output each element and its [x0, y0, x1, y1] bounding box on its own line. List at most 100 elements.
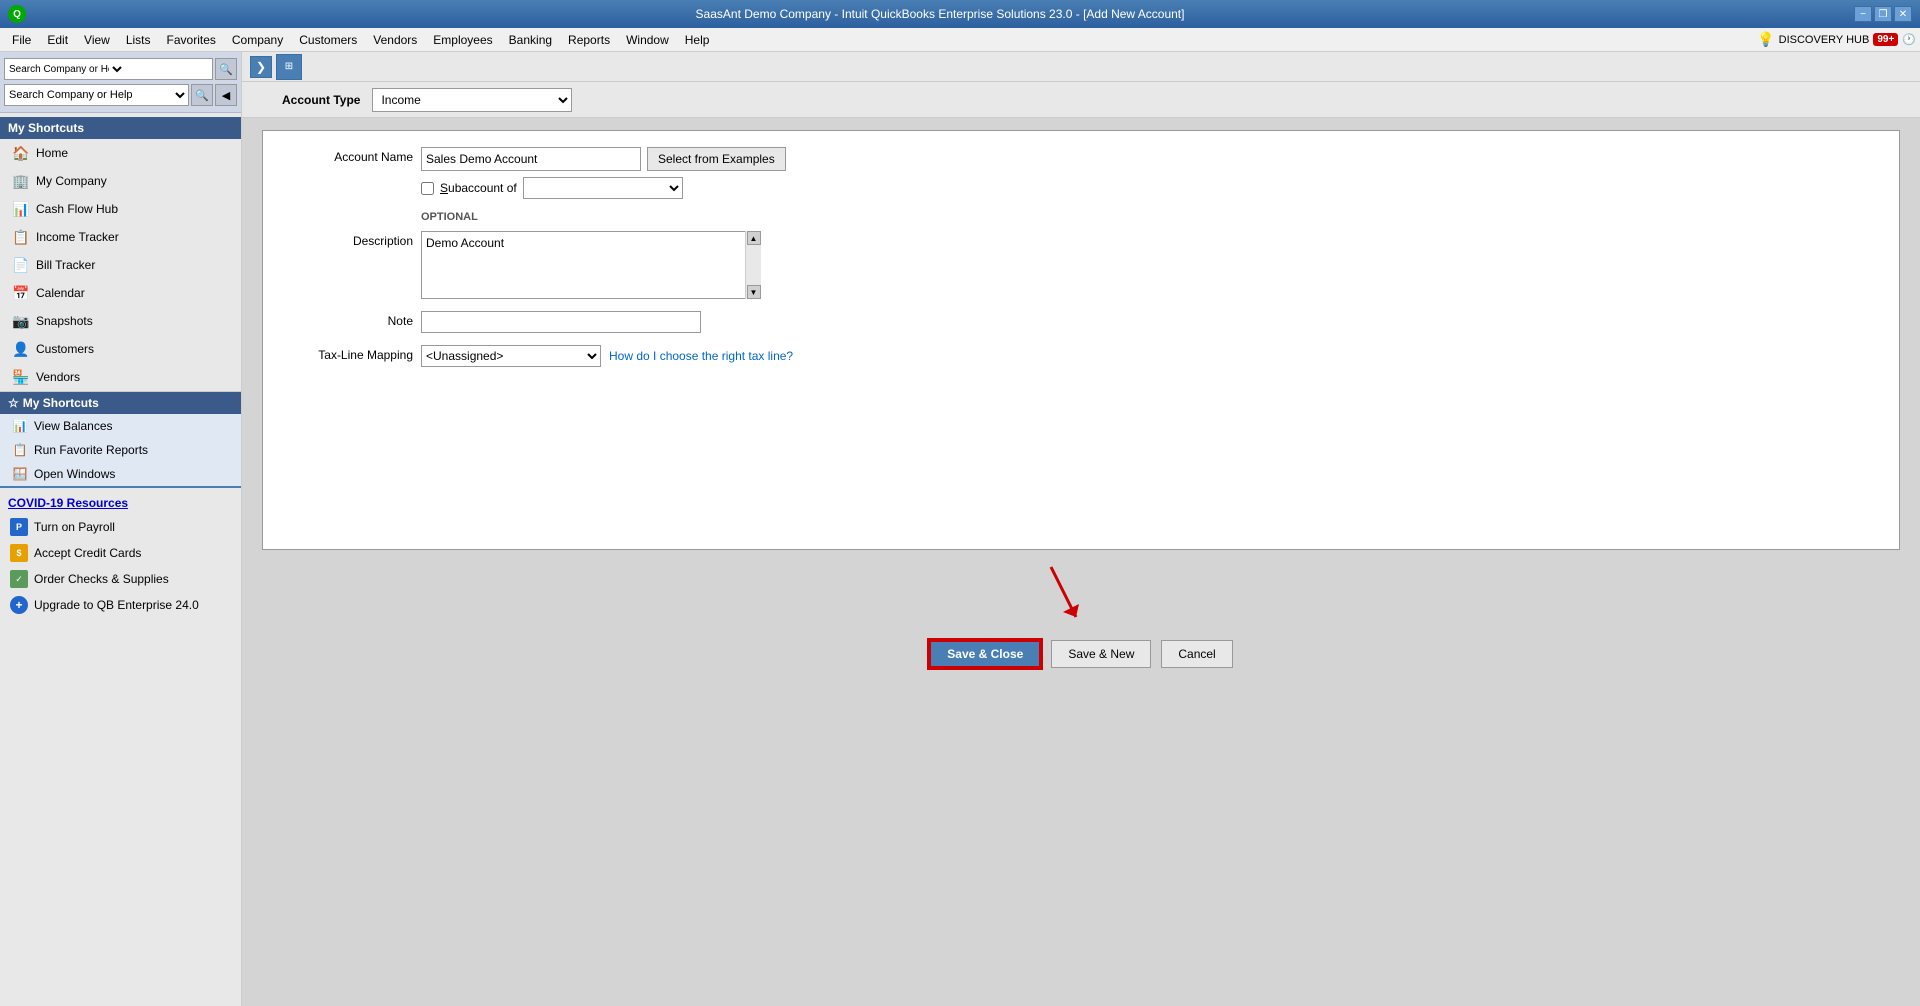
tax-link[interactable]: How do I choose the right tax line?: [609, 349, 793, 363]
window-title: SaasAnt Demo Company - Intuit QuickBooks…: [26, 7, 1854, 21]
covid-item-credit-cards[interactable]: $ Accept Credit Cards: [0, 540, 241, 566]
shortcuts-header-label: My Shortcuts: [23, 396, 99, 410]
menu-edit[interactable]: Edit: [39, 31, 76, 49]
view-balances-icon: 📊: [12, 418, 28, 434]
window-controls: − ❐ ✕: [1854, 6, 1912, 22]
search-input-2[interactable]: Search Company or Help: [4, 84, 189, 106]
save-close-button[interactable]: Save & Close: [929, 640, 1041, 668]
shortcut-view-balances[interactable]: 📊 View Balances: [0, 414, 241, 438]
arrow-annotation: [1021, 562, 1101, 632]
search-row-2: Search Company or Help 🔍 ◀: [4, 84, 237, 106]
scroll-down-button[interactable]: ▼: [747, 285, 761, 299]
sidebar-item-bill-tracker-label: Bill Tracker: [36, 258, 95, 272]
cancel-button[interactable]: Cancel: [1161, 640, 1232, 668]
sidebar-item-calendar[interactable]: 📅 Calendar: [0, 279, 241, 307]
grid-view-button[interactable]: ⊞: [276, 54, 302, 80]
home-icon: 🏠: [12, 144, 30, 162]
search-button-2[interactable]: 🔍: [191, 84, 213, 106]
sidebar-item-my-company[interactable]: 🏢 My Company: [0, 167, 241, 195]
sidebar-item-cash-flow-hub[interactable]: 📊 Cash Flow Hub: [0, 195, 241, 223]
account-type-select[interactable]: Income Expense Asset Liability Equity Ot…: [372, 88, 572, 112]
sidebar-item-snapshots[interactable]: 📷 Snapshots: [0, 307, 241, 335]
note-input[interactable]: [421, 311, 701, 333]
search-row-1: Search Company or Help 🔍: [4, 58, 237, 80]
tax-line-select[interactable]: <Unassigned>: [421, 345, 601, 367]
account-type-row: Account Type Income Expense Asset Liabil…: [242, 82, 1920, 118]
covid-header[interactable]: COVID-19 Resources: [0, 492, 241, 514]
sidebar-item-customers[interactable]: 👤 Customers: [0, 335, 241, 363]
menu-help[interactable]: Help: [677, 31, 718, 49]
optional-label: OPTIONAL: [421, 211, 1879, 223]
sidebar-item-snapshots-label: Snapshots: [36, 314, 93, 328]
income-tracker-icon: 📋: [12, 228, 30, 246]
sidebar-item-bill-tracker[interactable]: 📄 Bill Tracker: [0, 251, 241, 279]
menu-banking[interactable]: Banking: [501, 31, 560, 49]
menu-file[interactable]: File: [4, 31, 39, 49]
vendors-icon: 🏪: [12, 368, 30, 386]
sidebar-item-my-company-label: My Company: [36, 174, 107, 188]
menu-customers[interactable]: Customers: [291, 31, 365, 49]
search-wrapper: Search Company or Help: [4, 58, 213, 80]
description-scrollbar: ▲ ▼: [745, 231, 761, 299]
subaccount-label: Subaccount of: [440, 181, 517, 195]
covid-item-payroll[interactable]: P Turn on Payroll: [0, 514, 241, 540]
customers-icon: 👤: [12, 340, 30, 358]
close-button[interactable]: ✕: [1894, 6, 1912, 22]
scroll-up-button[interactable]: ▲: [747, 231, 761, 245]
shortcut-run-favorite-reports[interactable]: 📋 Run Favorite Reports: [0, 438, 241, 462]
menu-favorites[interactable]: Favorites: [159, 31, 224, 49]
upgrade-icon: +: [10, 596, 28, 614]
main-layout: Search Company or Help 🔍 Search Company …: [0, 52, 1920, 1006]
description-row: Description Demo Account ▲ ▼: [283, 231, 1879, 299]
covid-payroll-label: Turn on Payroll: [34, 520, 115, 534]
covid-upgrade-label: Upgrade to QB Enterprise 24.0: [34, 598, 199, 612]
search-button-1[interactable]: 🔍: [215, 58, 237, 80]
shortcut-open-windows[interactable]: 🪟 Open Windows: [0, 462, 241, 486]
subaccount-checkbox[interactable]: [421, 182, 434, 195]
menu-view[interactable]: View: [76, 31, 118, 49]
collapse-sidebar-button[interactable]: ◀: [215, 84, 237, 106]
sidebar: Search Company or Help 🔍 Search Company …: [0, 52, 242, 1006]
sidebar-item-vendors[interactable]: 🏪 Vendors: [0, 363, 241, 391]
menu-lists[interactable]: Lists: [118, 31, 159, 49]
account-name-label: Account Name: [283, 147, 413, 164]
sidebar-item-vendors-label: Vendors: [36, 370, 80, 384]
covid-item-upgrade[interactable]: + Upgrade to QB Enterprise 24.0: [0, 592, 241, 618]
app-icon: Q: [8, 5, 26, 23]
subaccount-select[interactable]: [523, 177, 683, 199]
red-arrow-svg: [1021, 562, 1101, 632]
toolbar-strip: ❯ ⊞: [242, 52, 1920, 82]
sidebar-item-customers-label: Customers: [36, 342, 94, 356]
select-examples-button[interactable]: Select from Examples: [647, 147, 786, 171]
note-row: Note: [283, 311, 1879, 333]
discovery-hub[interactable]: 💡 DISCOVERY HUB 99+ 🕐: [1757, 31, 1916, 48]
covid-item-checks[interactable]: ✓ Order Checks & Supplies: [0, 566, 241, 592]
sidebar-item-cash-flow-hub-label: Cash Flow Hub: [36, 202, 118, 216]
calendar-icon: 📅: [12, 284, 30, 302]
note-label: Note: [283, 311, 413, 328]
sidebar-item-home-label: Home: [36, 146, 68, 160]
shortcuts-icon: ☆: [8, 396, 19, 410]
tax-line-field: <Unassigned> How do I choose the right t…: [421, 345, 793, 367]
toggle-sidebar-button[interactable]: ❯: [250, 56, 272, 78]
description-textarea[interactable]: Demo Account: [421, 231, 761, 299]
account-name-input-row: Select from Examples: [421, 147, 786, 171]
save-new-button[interactable]: Save & New: [1051, 640, 1151, 668]
shortcut-run-reports-label: Run Favorite Reports: [34, 443, 148, 457]
search-type-select[interactable]: Search Company or Help: [5, 63, 125, 76]
account-name-input[interactable]: [421, 147, 641, 171]
sidebar-item-home[interactable]: 🏠 Home: [0, 139, 241, 167]
discovery-hub-label: DISCOVERY HUB: [1779, 34, 1870, 46]
menu-vendors[interactable]: Vendors: [365, 31, 425, 49]
menu-employees[interactable]: Employees: [425, 31, 500, 49]
menu-window[interactable]: Window: [618, 31, 677, 49]
menu-company[interactable]: Company: [224, 31, 291, 49]
snapshots-icon: 📷: [12, 312, 30, 330]
sidebar-item-income-tracker[interactable]: 📋 Income Tracker: [0, 223, 241, 251]
minimize-button[interactable]: −: [1854, 6, 1872, 22]
open-windows-icon: 🪟: [12, 466, 28, 482]
sidebar-item-calendar-label: Calendar: [36, 286, 85, 300]
restore-button[interactable]: ❐: [1874, 6, 1892, 22]
menu-reports[interactable]: Reports: [560, 31, 618, 49]
description-label: Description: [283, 231, 413, 248]
